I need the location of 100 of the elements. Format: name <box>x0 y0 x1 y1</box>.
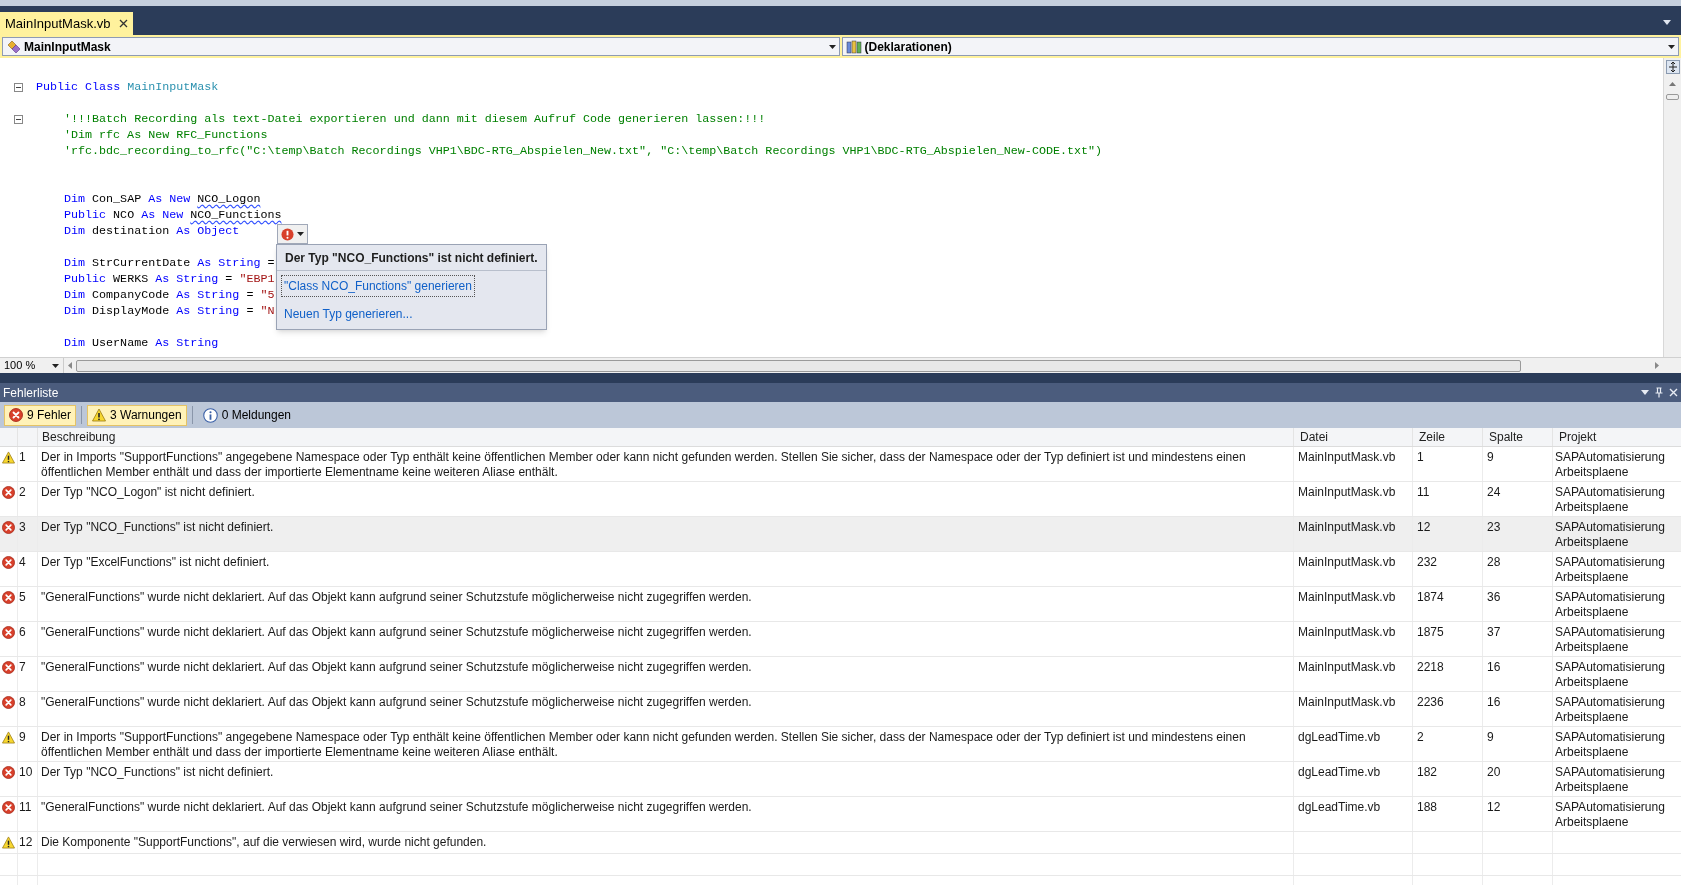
action-link[interactable]: Neuen Typ generieren... <box>281 303 416 325</box>
error-description: "GeneralFunctions" wurde nicht deklariert. Auf das Objekt kann aufgrund seiner Schutzstufe möglicherweise nicht zugegriffen werden. <box>41 695 752 709</box>
warning-icon <box>92 408 107 422</box>
column-number: 24 <box>1487 485 1501 499</box>
column-number: 9 <box>1487 730 1494 744</box>
close-icon[interactable] <box>118 19 128 28</box>
error-row[interactable]: 6 "GeneralFunctions" wurde nicht deklariert. Auf das Objekt kann aufgrund seiner Schutzstufe möglicherweise nicht zugegriffen werden. MainInputMask.vb 1875 37 SAPAutomatisierung Arbeitsplaene <box>0 622 1681 657</box>
column-number: 9 <box>1487 450 1494 464</box>
error-row[interactable]: 5 "GeneralFunctions" wurde nicht deklariert. Auf das Objekt kann aufgrund seiner Schutzstufe möglicherweise nicht zugegriffen werden. MainInputMask.vb 1874 36 SAPAutomatisierung Arbeitsplaene <box>0 587 1681 622</box>
warning-icon <box>2 451 15 464</box>
scroll-up-icon[interactable] <box>1669 82 1676 86</box>
warning-icon <box>2 731 15 744</box>
file-name: MainInputMask.vb <box>1298 450 1396 464</box>
error-row[interactable] <box>0 727 1681 762</box>
scroll-left-icon[interactable] <box>68 362 72 369</box>
file-name: dgLeadTime.vb <box>1298 765 1381 779</box>
error-row[interactable]: 4 Der Typ "ExcelFunctions" ist nicht definiert. MainInputMask.vb 232 28 SAPAutomatisierung Arbeitsplaene <box>0 552 1681 587</box>
project-name: SAPAutomatisierung Arbeitsplaene <box>1555 625 1665 654</box>
error-row[interactable]: 10 Der Typ "NCO_Functions" ist nicht definiert. dgLeadTime.vb 182 20 SAPAutomatisierung Arbeitsplaene <box>0 762 1681 797</box>
code-line: '!!!Batch Recording als text-Datei exportieren und dann mit diesem Aufruf Code generieren lassen:!!! <box>63 111 766 127</box>
error-description: Der in Imports "SupportFunctions" angegebene Namespace oder Typ enthält keine öffentlichen Member oder kann nicht gefunden werden. Stellen Sie sicher, dass der Namespace oder der Typ definiert ist und mindestens einen öffentlichen Member enthält und dass der importierte Elementname keine weiteren Aliase enthält. <box>41 450 1246 479</box>
code-line: Dim Con_SAP As New NCO_Logon <box>63 191 261 207</box>
row-number: 7 <box>19 660 26 674</box>
row-number: 3 <box>19 520 26 534</box>
scrollbar-thumb[interactable] <box>76 359 1521 372</box>
line-number: 2218 <box>1417 660 1444 674</box>
scrollbar-thumb[interactable] <box>1666 94 1679 100</box>
column-number: 37 <box>1487 625 1501 639</box>
project-name: SAPAutomatisierung Arbeitsplaene <box>1555 660 1665 689</box>
project-name: SAPAutomatisierung Arbeitsplaene <box>1555 800 1665 829</box>
filter-button[interactable]: 9 Fehler <box>4 404 77 426</box>
project-name: SAPAutomatisierung Arbeitsplaene <box>1555 520 1665 549</box>
popup-message: Der Typ "NCO_Functions" ist nicht definiert. <box>285 249 538 267</box>
error-row[interactable]: 3 Der Typ "NCO_Functions" ist nicht definiert. MainInputMask.vb 12 23 SAPAutomatisierung Arbeitsplaene <box>0 517 1681 552</box>
column-header[interactable]: Spalte <box>1489 428 1524 446</box>
line-number: 11 <box>1417 485 1430 499</box>
column-number: 36 <box>1487 590 1501 604</box>
error-row[interactable]: 11 "GeneralFunctions" wurde nicht deklariert. Auf das Objekt kann aufgrund seiner Schutzstufe möglicherweise nicht zugegriffen werden. dgLeadTime.vb 188 12 SAPAutomatisierung Arbeitsplaene <box>0 797 1681 832</box>
scroll-right-icon[interactable] <box>1655 362 1659 369</box>
filter-button[interactable]: 3 Warnungen <box>87 404 187 426</box>
error-description: Der Typ "NCO_Functions" ist nicht definiert. <box>41 520 274 534</box>
project-name: SAPAutomatisierung Arbeitsplaene <box>1555 450 1665 479</box>
file-name: MainInputMask.vb <box>1298 590 1396 604</box>
file-name: MainInputMask.vb <box>1298 660 1396 674</box>
document-tab[interactable]: MainInputMask.vb <box>0 12 133 35</box>
line-number: 1 <box>1417 450 1424 464</box>
books-icon <box>845 39 862 54</box>
error-icon <box>2 486 15 499</box>
column-number: 20 <box>1487 765 1501 779</box>
row-number: 1 <box>19 450 26 464</box>
error-row[interactable] <box>0 447 1681 482</box>
split-icon[interactable] <box>1665 60 1680 74</box>
line-number: 1874 <box>1417 590 1444 604</box>
file-name: MainInputMask.vb <box>1298 695 1396 709</box>
code-line: Dim StrCurrentDate As String = <box>63 255 275 271</box>
error-row[interactable]: 8 "GeneralFunctions" wurde nicht deklariert. Auf das Objekt kann aufgrund seiner Schutzstufe möglicherweise nicht zugegriffen werden. MainInputMask.vb 2236 16 SAPAutomatisierung Arbeitsplaene <box>0 692 1681 727</box>
code-line: Public Class MainInputMask <box>36 79 219 95</box>
collapse-icon[interactable] <box>13 82 23 92</box>
error-description: "GeneralFunctions" wurde nicht deklariert. Auf das Objekt kann aufgrund seiner Schutzstufe möglicherweise nicht zugegriffen werden. <box>41 590 752 604</box>
action-link[interactable]: "Class NCO_Functions" generieren <box>281 275 475 297</box>
error-row[interactable]: 12 Die Komponente "SupportFunctions", auf die verwiesen wird, wurde nicht gefunden. <box>0 832 1681 854</box>
column-header[interactable]: Zeile <box>1419 428 1445 446</box>
dropdown-icon[interactable] <box>1663 20 1671 25</box>
code-line: 'Dim rfc As New RFC_Functions <box>63 127 268 143</box>
line-number: 2 <box>1417 730 1424 744</box>
column-header[interactable]: Datei <box>1300 428 1328 446</box>
line-number: 182 <box>1417 765 1438 779</box>
pin-icon[interactable] <box>1655 387 1663 398</box>
error-icon <box>2 661 15 674</box>
dropdown-icon[interactable] <box>1641 390 1649 395</box>
member-dropdown[interactable]: (Deklarationen) <box>841 37 1679 56</box>
type-dropdown[interactable]: MainInputMask <box>2 37 840 56</box>
smart-tag-button[interactable] <box>277 224 308 244</box>
error-icon <box>2 591 15 604</box>
code-line: Public NCO As New NCO_Functions <box>63 207 282 223</box>
error-icon <box>2 626 15 639</box>
error-icon <box>2 696 15 709</box>
line-number: 2236 <box>1417 695 1444 709</box>
error-icon <box>2 801 15 814</box>
row-number: 8 <box>19 695 26 709</box>
zoom-dropdown[interactable]: 100 % <box>0 358 64 373</box>
row-number: 10 <box>19 765 33 779</box>
column-header[interactable]: Beschreibung <box>42 428 116 446</box>
caret-icon <box>297 232 304 236</box>
file-name: MainInputMask.vb <box>1298 520 1396 534</box>
error-row[interactable]: 2 Der Typ "NCO_Logon" ist nicht definiert. MainInputMask.vb 11 24 SAPAutomatisierung Arbeitsplaene <box>0 482 1681 517</box>
row-number: 5 <box>19 590 26 604</box>
row-number: 4 <box>19 555 26 569</box>
project-name: SAPAutomatisierung Arbeitsplaene <box>1555 695 1665 724</box>
panel-title: Fehlerliste <box>3 384 59 402</box>
error-description: "GeneralFunctions" wurde nicht deklariert. Auf das Objekt kann aufgrund seiner Schutzstufe möglicherweise nicht zugegriffen werden. <box>41 800 752 814</box>
error-description: Der in Imports "SupportFunctions" angegebene Namespace oder Typ enthält keine öffentlichen Member oder kann nicht gefunden werden. Stellen Sie sicher, dass der Namespace oder der Typ definiert ist und mindestens einen öffentlichen Member enthält und dass der importierte Elementname keine weiteren Aliase enthält. <box>41 730 1246 759</box>
row-number: 6 <box>19 625 26 639</box>
row-number: 12 <box>19 835 33 849</box>
filter-button[interactable]: 0 Meldungen <box>197 404 297 426</box>
collapse-icon[interactable] <box>13 114 23 124</box>
line-number: 1875 <box>1417 625 1444 639</box>
column-header[interactable]: Projekt <box>1559 428 1597 446</box>
error-row[interactable]: 7 "GeneralFunctions" wurde nicht deklariert. Auf das Objekt kann aufgrund seiner Schutzstufe möglicherweise nicht zugegriffen werden. MainInputMask.vb 2218 16 SAPAutomatisierung Arbeitsplaene <box>0 657 1681 692</box>
file-name: dgLeadTime.vb <box>1298 730 1381 744</box>
